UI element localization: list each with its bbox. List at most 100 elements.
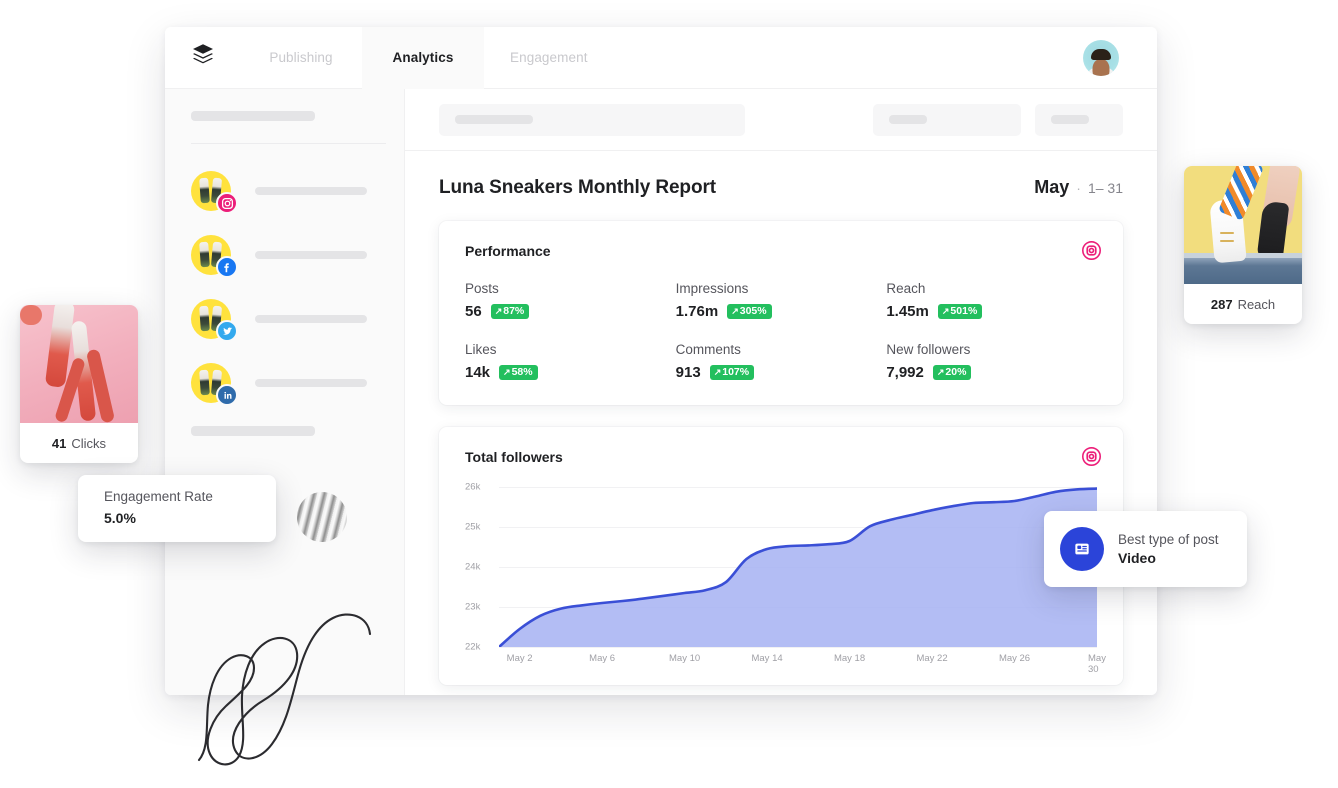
instagram-icon xyxy=(216,192,238,214)
account-avatar xyxy=(191,299,238,342)
metric-value: 913 xyxy=(675,364,701,381)
sidebar-round-photo xyxy=(297,492,347,542)
tab-analytics-label: Analytics xyxy=(392,50,454,65)
metric-value: 1.76m xyxy=(675,303,719,320)
x-axis-tick: May 2 xyxy=(506,653,533,664)
buffer-logo-icon xyxy=(190,42,216,73)
tab-analytics[interactable]: Analytics xyxy=(362,27,484,89)
metric-likes: Likes 14k ↗ 58% xyxy=(465,342,676,381)
filter-dropdown[interactable] xyxy=(873,103,1021,136)
engagement-rate-label: Engagement Rate xyxy=(104,489,213,504)
clicks-value: 41 xyxy=(51,435,67,451)
date-range[interactable]: May · 1– 31 xyxy=(1034,177,1123,198)
x-axis-tick: May 14 xyxy=(751,653,783,664)
twitter-icon xyxy=(216,320,238,342)
trend-up-icon: ↗ xyxy=(494,306,503,316)
trend-up-icon: ↗ xyxy=(731,306,739,316)
clicks-caption: 41 Clicks xyxy=(20,423,138,463)
tab-publishing[interactable]: Publishing xyxy=(240,27,362,89)
engagement-rate-value: 5.0% xyxy=(104,510,136,526)
y-axis-tick: 24k xyxy=(465,561,481,573)
reach-label: Reach xyxy=(1237,296,1276,312)
app-logo[interactable] xyxy=(165,42,240,73)
instagram-icon xyxy=(1082,447,1101,471)
sidebar xyxy=(165,89,405,695)
clicks-callout-card[interactable]: 41 Clicks xyxy=(20,305,138,463)
report-header: Luna Sneakers Monthly Report May · 1– 31 xyxy=(439,177,1123,199)
trend-up-icon: ↗ xyxy=(936,367,945,377)
metric-label: Likes xyxy=(465,342,497,357)
metric-comments: Comments 913 ↗ 107% xyxy=(676,342,887,381)
facebook-icon xyxy=(216,256,238,278)
sidebar-footer-placeholder xyxy=(191,426,315,436)
sidebar-item-label-placeholder xyxy=(255,251,367,259)
reach-callout-card[interactable]: 287 Reach xyxy=(1184,166,1302,324)
metric-delta: 58% xyxy=(511,366,533,379)
avatar[interactable] xyxy=(1083,39,1119,76)
y-axis-tick: 22k xyxy=(465,641,481,653)
chart-plot xyxy=(499,487,1097,647)
account-avatar xyxy=(191,235,238,278)
metric-label: Posts xyxy=(465,281,499,296)
clicks-photo xyxy=(20,305,138,423)
tab-engagement[interactable]: Engagement xyxy=(484,27,614,89)
x-axis-tick: May 18 xyxy=(833,653,866,664)
y-axis-tick: 23k xyxy=(465,601,481,613)
x-axis-labels: May 2 May 6 May 10 May 14 May 18 May 22 May 26… xyxy=(499,647,1106,675)
app-window: Publishing Analytics Engagement Luna Sne… xyxy=(165,27,1157,695)
status-badge: ↗ 107% xyxy=(709,364,755,381)
metric-value: 56 xyxy=(465,303,482,320)
instagram-icon xyxy=(1082,241,1101,265)
top-navigation-bar: Publishing Analytics Engagement xyxy=(165,27,1157,89)
x-axis-tick: May 30 xyxy=(1088,653,1106,675)
screenshot-root: Publishing Analytics Engagement Luna Sne… xyxy=(0,0,1338,788)
x-axis-tick: May 10 xyxy=(669,653,701,664)
account-avatar xyxy=(191,363,238,406)
metric-label: New followers xyxy=(886,342,971,357)
total-followers-card: Total followers 22k 23k 24k 25k 26k May … xyxy=(439,427,1123,685)
export-label-placeholder xyxy=(1051,115,1089,124)
trend-up-icon: ↗ xyxy=(941,306,950,316)
metric-value: 14k xyxy=(465,364,491,381)
video-post-icon xyxy=(1060,527,1104,571)
metric-label: Reach xyxy=(886,281,926,296)
metric-value: 7,992 xyxy=(886,364,924,381)
metric-label: Comments xyxy=(675,342,741,357)
account-avatar xyxy=(191,171,238,214)
sidebar-item-linkedin[interactable] xyxy=(191,362,382,406)
app-body: Luna Sneakers Monthly Report May · 1– 31 P… xyxy=(165,89,1157,695)
reach-value: 287 xyxy=(1210,296,1233,312)
best-post-label: Best type of post xyxy=(1118,532,1219,547)
status-badge: ↗ 20% xyxy=(932,364,972,381)
metric-delta: 20% xyxy=(945,366,967,379)
sidebar-item-label-placeholder xyxy=(255,187,367,195)
sidebar-item-facebook[interactable] xyxy=(191,234,382,278)
sidebar-divider xyxy=(191,143,386,144)
performance-card-title: Performance xyxy=(465,243,551,259)
export-button[interactable] xyxy=(1035,103,1123,136)
metric-delta: 305% xyxy=(739,305,767,318)
avatar-hair xyxy=(1091,48,1111,60)
sidebar-item-label-placeholder xyxy=(255,379,367,387)
search-input[interactable] xyxy=(439,103,745,136)
main-content: Luna Sneakers Monthly Report May · 1– 31 P… xyxy=(405,89,1157,695)
sidebar-item-label-placeholder xyxy=(255,315,367,323)
engagement-rate-callout[interactable]: Engagement Rate 5.0% xyxy=(78,475,276,542)
filter-label-placeholder xyxy=(889,115,927,124)
metric-delta: 87% xyxy=(503,305,525,318)
performance-metrics: Posts 56 ↗ 87% Impressions 1.76m ↗ 305% … xyxy=(465,281,1097,381)
report-content: Luna Sneakers Monthly Report May · 1– 31 P… xyxy=(405,151,1157,685)
metric-impressions: Impressions 1.76m ↗ 305% xyxy=(676,281,887,320)
trend-up-icon: ↗ xyxy=(713,367,722,377)
x-axis-tick: May 26 xyxy=(998,653,1031,664)
linkedin-icon xyxy=(216,384,238,406)
metric-new-followers: New followers 7,992 ↗ 20% xyxy=(886,342,1097,381)
sidebar-item-instagram[interactable] xyxy=(191,170,382,214)
date-range-days: 1– 31 xyxy=(1087,180,1123,196)
status-badge: ↗ 87% xyxy=(490,303,530,320)
best-post-callout[interactable]: Best type of post Video xyxy=(1044,511,1247,587)
best-post-value: Video xyxy=(1118,550,1156,566)
sidebar-item-twitter[interactable] xyxy=(191,298,382,342)
date-range-separator: · xyxy=(1076,180,1081,196)
content-toolbar xyxy=(405,89,1157,151)
